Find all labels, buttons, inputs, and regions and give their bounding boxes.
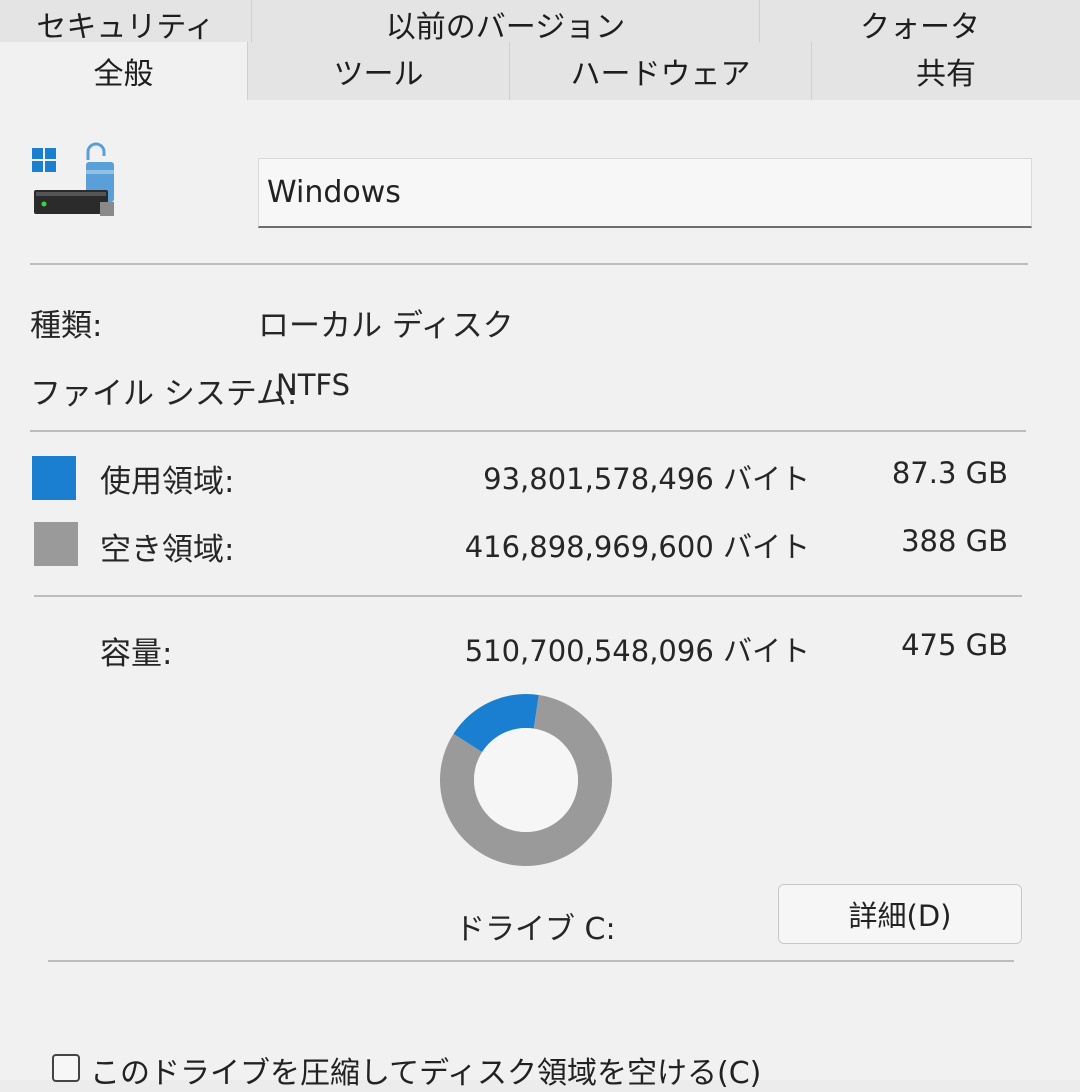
tab-security-label: セキュリティ — [36, 10, 215, 45]
details-button-label: 詳細(D) — [848, 899, 952, 933]
tab-row-2: 全般 ツール ハードウェア 共有 — [0, 42, 1080, 101]
divider — [48, 960, 1014, 962]
filesystem-label: ファイル システム: — [30, 376, 298, 412]
used-space-size: 87.3 GB — [891, 456, 1008, 490]
used-space-label: 使用領域: — [100, 464, 235, 500]
tab-security[interactable]: セキュリティ — [0, 0, 252, 45]
type-value: ローカル ディスク — [258, 308, 514, 344]
compress-drive-label: このドライブを圧縮してディスク領域を空ける(C) — [90, 1056, 762, 1091]
free-space-swatch — [34, 522, 78, 566]
divider — [30, 263, 1028, 265]
used-space-bytes: 93,801,578,496 バイト — [483, 462, 810, 496]
divider — [30, 430, 1026, 432]
capacity-bytes: 510,700,548,096 バイト — [464, 634, 810, 668]
tab-quota[interactable]: クォータ — [760, 0, 1080, 45]
drive-letter-label: ドライブ C: — [455, 912, 616, 947]
disk-usage-donut — [440, 694, 612, 866]
capacity-label: 容量: — [100, 636, 173, 672]
tab-general-label: 全般 — [93, 57, 154, 92]
free-space-label: 空き領域: — [100, 532, 235, 568]
capacity-size: 475 GB — [901, 628, 1008, 662]
drive-name-input[interactable] — [258, 158, 1032, 228]
windows-drive-icon — [32, 142, 114, 216]
free-space-bytes: 416,898,969,600 バイト — [464, 530, 810, 564]
tab-row-1: セキュリティ 以前のバージョン クォータ — [0, 0, 1080, 45]
used-space-swatch — [32, 456, 76, 500]
divider — [34, 595, 1022, 597]
tab-quota-label: クォータ — [860, 10, 980, 45]
free-space-size: 388 GB — [901, 524, 1008, 558]
tab-hardware-label: ハードウェア — [570, 57, 751, 92]
donut-hole — [474, 728, 578, 832]
type-label: 種類: — [30, 308, 103, 344]
tab-general[interactable]: 全般 — [0, 42, 248, 100]
tab-tools[interactable]: ツール — [248, 42, 510, 100]
tab-previous-versions[interactable]: 以前のバージョン — [252, 0, 760, 45]
tab-sharing-label: 共有 — [916, 57, 976, 92]
tab-previous-versions-label: 以前のバージョン — [385, 10, 626, 45]
tab-sharing[interactable]: 共有 — [812, 42, 1080, 100]
compress-drive-checkbox[interactable] — [52, 1054, 80, 1082]
filesystem-value: NTFS — [276, 368, 350, 402]
tab-tools-label: ツール — [333, 57, 424, 92]
details-button[interactable]: 詳細(D) — [778, 884, 1022, 944]
tab-hardware[interactable]: ハードウェア — [510, 42, 812, 100]
